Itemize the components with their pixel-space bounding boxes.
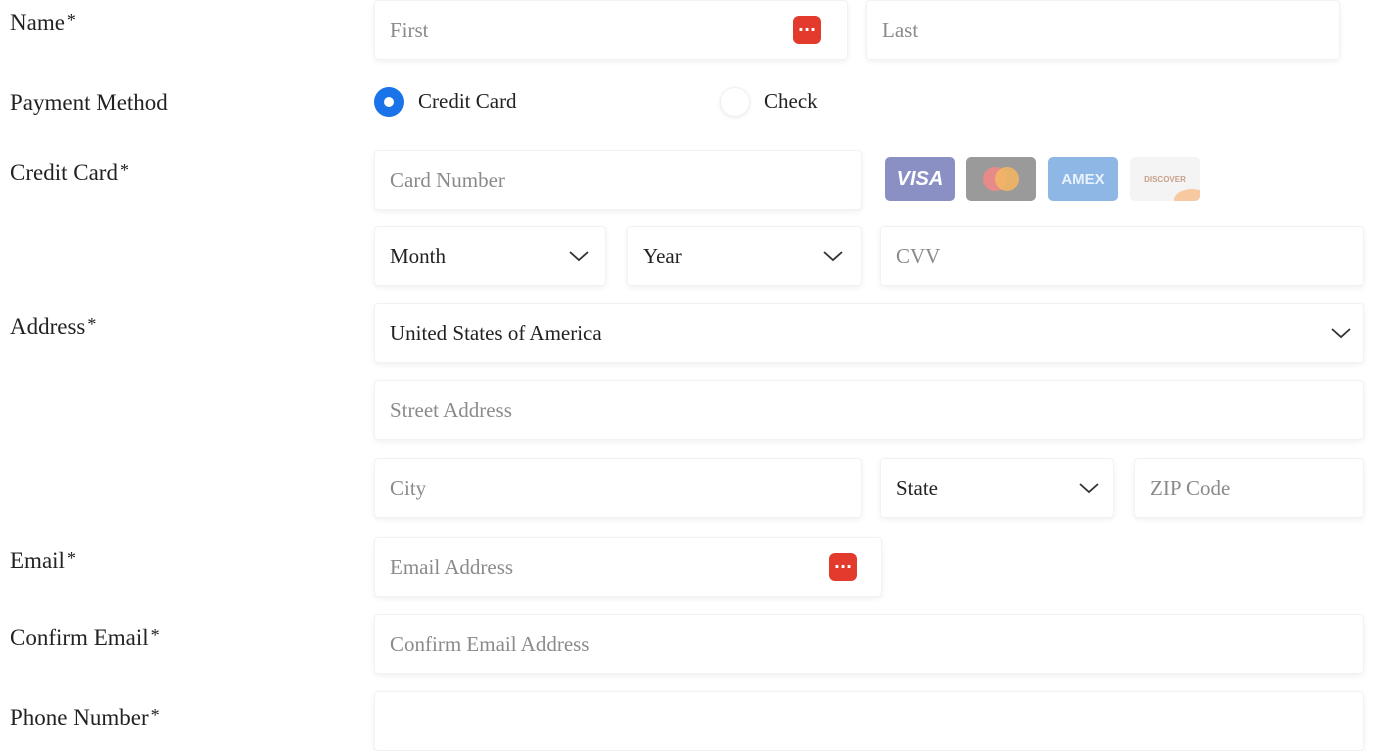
check-option-label[interactable]: Check — [764, 89, 818, 114]
address-label: Address * — [10, 314, 97, 339]
first-name-placeholder: First — [390, 17, 429, 42]
check-radio[interactable] — [720, 87, 750, 117]
credit-card-radio[interactable] — [374, 87, 404, 117]
card-number-input[interactable]: Card Number — [374, 150, 862, 210]
chevron-down-icon — [1079, 483, 1099, 494]
visa-icon: VISA — [885, 157, 955, 201]
password-manager-icon[interactable]: ··· — [793, 16, 821, 44]
zip-code-input[interactable]: ZIP Code — [1134, 458, 1364, 518]
year-select-value: Year — [643, 243, 682, 268]
credit-card-label: Credit Card * — [10, 160, 129, 185]
confirm-email-label: Confirm Email * — [10, 625, 160, 650]
city-input[interactable]: City — [374, 458, 862, 518]
email-label: Email * — [10, 548, 76, 573]
card-number-placeholder: Card Number — [390, 167, 505, 192]
first-name-input[interactable]: First ··· — [374, 0, 848, 60]
state-select-value: State — [896, 475, 938, 500]
email-placeholder: Email Address — [390, 554, 514, 579]
zip-code-placeholder: ZIP Code — [1150, 475, 1231, 500]
confirm-email-placeholder: Confirm Email Address — [390, 631, 590, 656]
street-address-placeholder: Street Address — [390, 397, 512, 422]
phone-number-input[interactable] — [374, 691, 1364, 751]
cvv-input[interactable]: CVV — [880, 226, 1364, 286]
payment-method-label: Payment Method — [10, 90, 168, 115]
last-name-input[interactable]: Last — [866, 0, 1340, 60]
discover-icon: DISCOVER — [1130, 157, 1200, 201]
credit-card-option-label[interactable]: Credit Card — [418, 89, 517, 114]
confirm-email-input[interactable]: Confirm Email Address — [374, 614, 1364, 674]
phone-number-label: Phone Number * — [10, 705, 160, 730]
last-name-placeholder: Last — [882, 17, 919, 42]
country-select[interactable]: United States of America — [374, 303, 1364, 363]
chevron-down-icon — [569, 251, 589, 262]
amex-icon: AMEX — [1048, 157, 1118, 201]
chevron-down-icon — [823, 251, 843, 262]
city-placeholder: City — [390, 475, 427, 500]
country-select-value: United States of America — [390, 320, 602, 345]
name-label: Name * — [10, 10, 76, 35]
email-input[interactable]: Email Address ··· — [374, 537, 882, 597]
password-manager-icon[interactable]: ··· — [829, 553, 857, 581]
cvv-placeholder: CVV — [896, 243, 941, 268]
street-address-input[interactable]: Street Address — [374, 380, 1364, 440]
year-select[interactable]: Year — [627, 226, 862, 286]
state-select[interactable]: State — [880, 458, 1114, 518]
mastercard-icon — [966, 157, 1036, 201]
month-select-value: Month — [390, 243, 447, 268]
chevron-down-icon — [1331, 328, 1351, 339]
month-select[interactable]: Month — [374, 226, 606, 286]
